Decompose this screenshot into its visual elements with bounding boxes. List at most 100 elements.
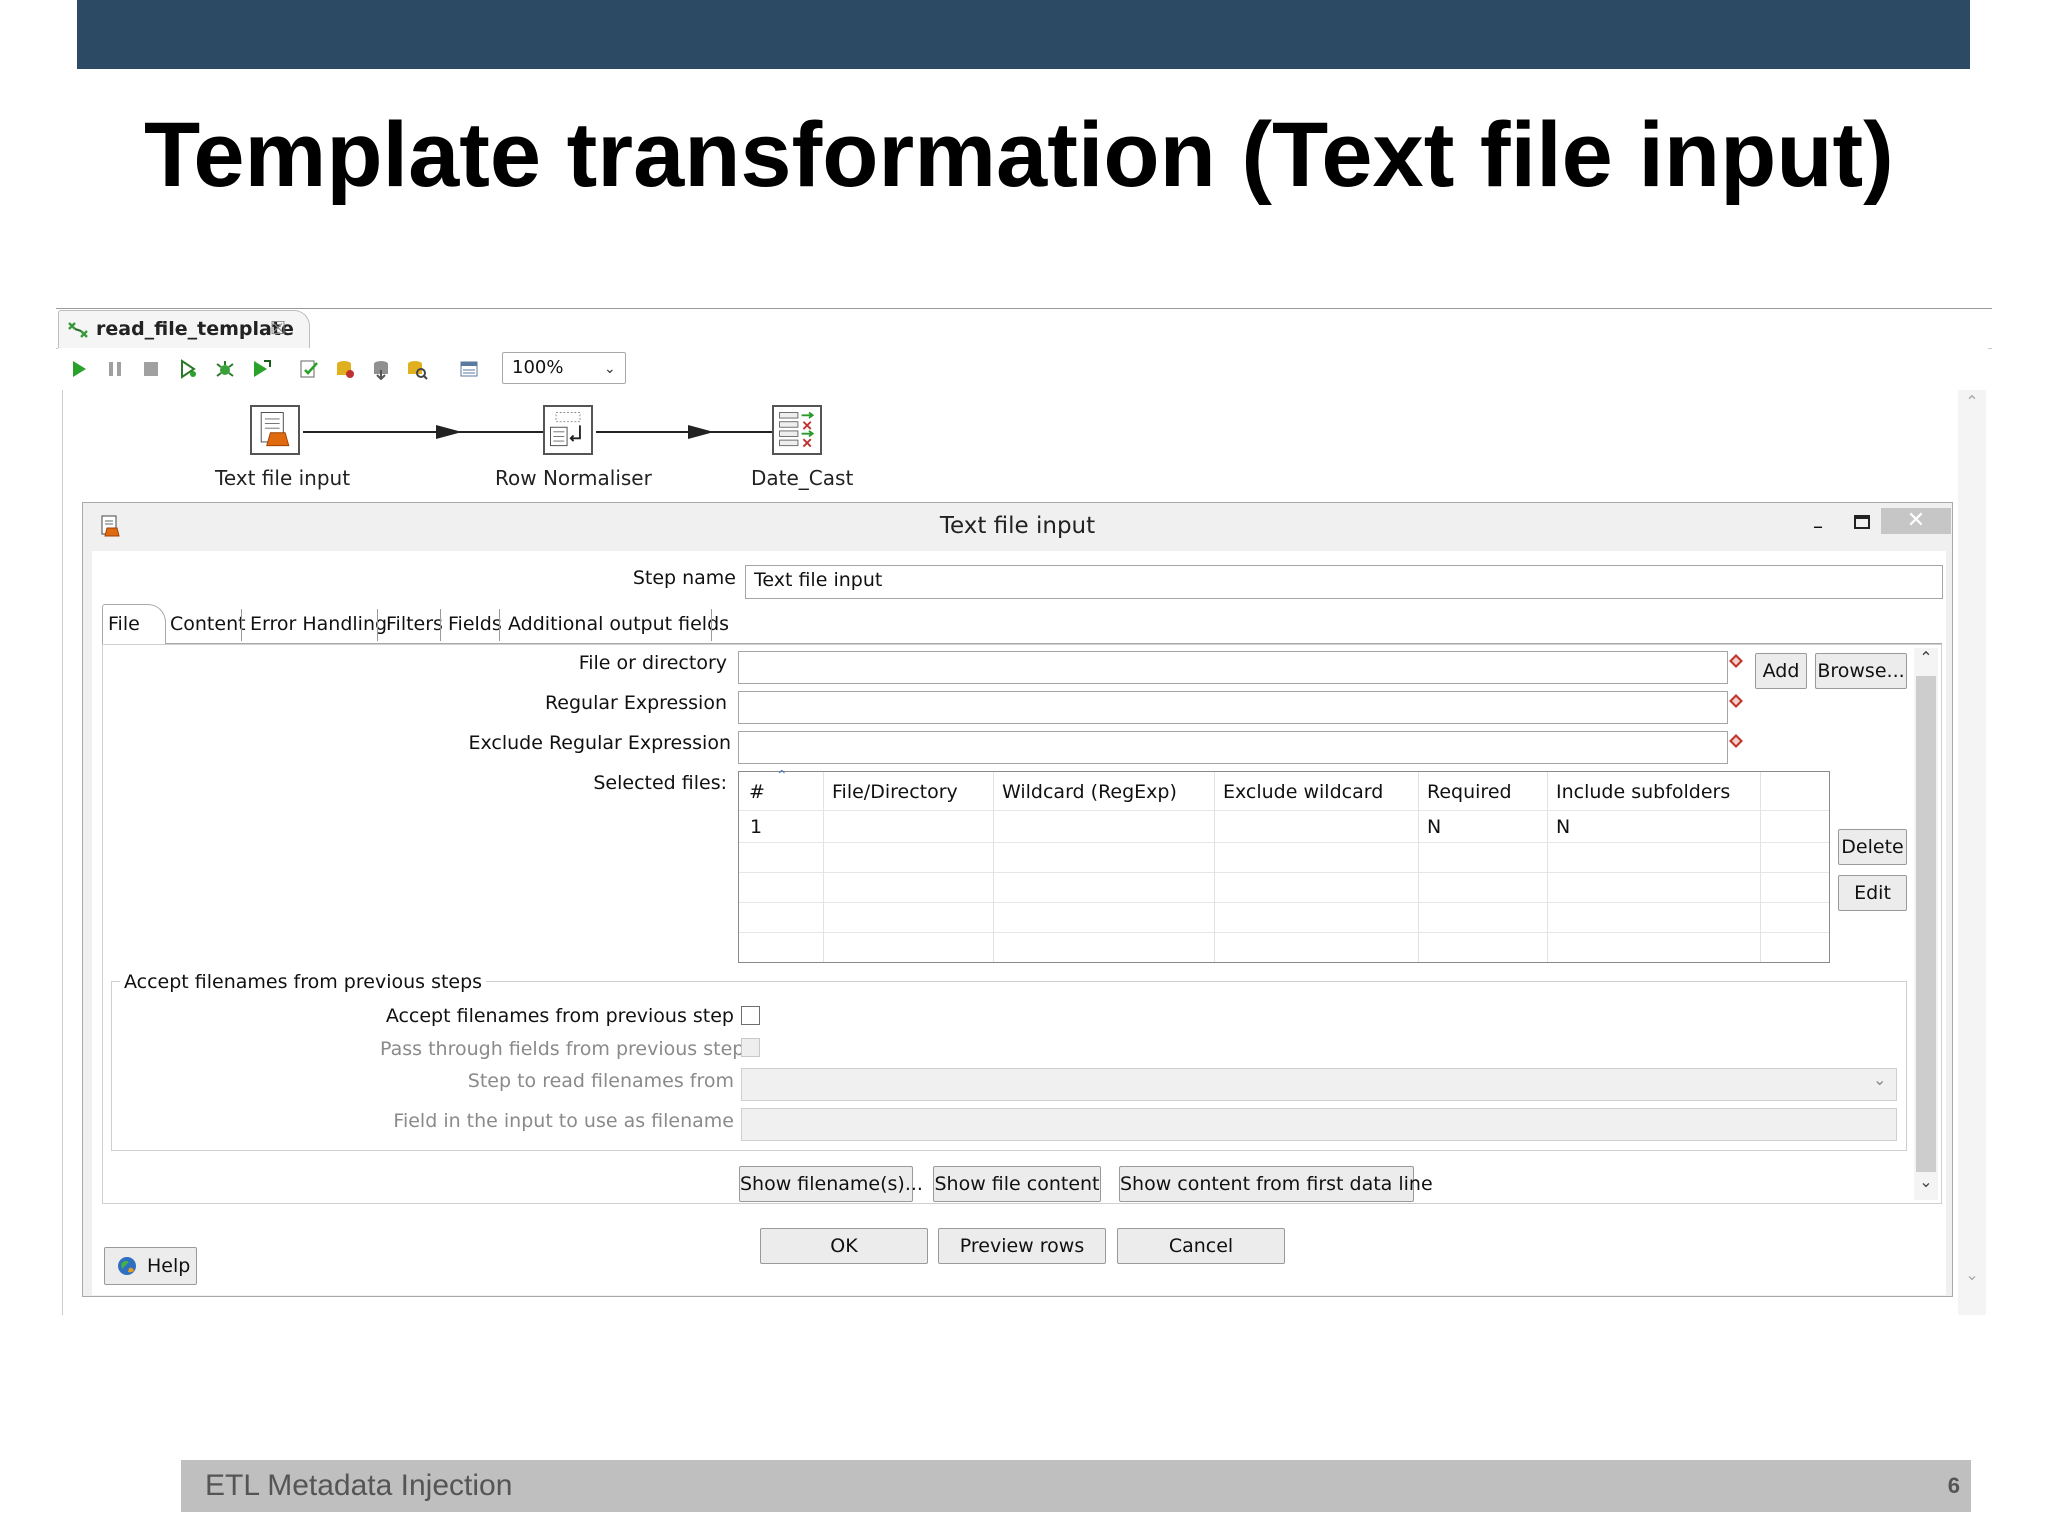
panel-scrollbar-thumb[interactable] bbox=[1916, 676, 1936, 1172]
edit-button[interactable]: Edit bbox=[1838, 875, 1907, 911]
pass-through-fields-checkbox[interactable] bbox=[741, 1038, 760, 1057]
add-button[interactable]: Add bbox=[1755, 653, 1807, 689]
tab-divider bbox=[711, 609, 712, 641]
column-header-required[interactable]: Required bbox=[1427, 772, 1512, 810]
verify-icon[interactable] bbox=[298, 358, 320, 380]
scroll-down-icon[interactable]: ⌄ bbox=[1958, 1265, 1986, 1284]
group-title: Accept filenames from previous steps bbox=[120, 969, 487, 995]
cancel-button[interactable]: Cancel bbox=[1117, 1228, 1285, 1264]
show-file-content-button[interactable]: Show file content bbox=[933, 1166, 1101, 1202]
explore-db-icon[interactable] bbox=[406, 358, 428, 380]
sql-icon[interactable] bbox=[370, 358, 392, 380]
help-icon bbox=[118, 1257, 136, 1275]
tab-error-handling[interactable]: Error Handling bbox=[250, 604, 387, 642]
grid-column-line bbox=[1547, 772, 1548, 962]
regular-expression-input[interactable] bbox=[738, 691, 1728, 724]
run-icon[interactable] bbox=[68, 358, 90, 380]
variable-icon bbox=[1729, 734, 1743, 748]
scroll-up-icon[interactable]: ⌃ bbox=[1958, 392, 1986, 411]
variable-icon bbox=[1729, 694, 1743, 708]
grid-column-line bbox=[1214, 772, 1215, 962]
maximize-icon[interactable] bbox=[1844, 508, 1880, 544]
tab-filters[interactable]: Filters bbox=[386, 604, 443, 642]
tab-close-icon[interactable]: ☒ bbox=[270, 316, 286, 342]
tab-fields[interactable]: Fields bbox=[448, 604, 502, 642]
editor-tab-label: read_file_template bbox=[96, 318, 294, 340]
tab-divider bbox=[440, 609, 441, 641]
browse-button[interactable]: Browse... bbox=[1815, 653, 1907, 689]
chevron-down-icon: ⌄ bbox=[1873, 1070, 1887, 1089]
pass-through-fields-label: Pass through fields from previous step bbox=[380, 1038, 745, 1060]
scroll-up-icon[interactable]: ⌃ bbox=[1912, 648, 1940, 667]
tab-additional-output-fields[interactable]: Additional output fields bbox=[508, 604, 729, 642]
step-label: Row Normaliser bbox=[495, 466, 652, 490]
accept-filenames-checkbox[interactable] bbox=[741, 1006, 760, 1025]
cell-wildcard[interactable] bbox=[1002, 812, 1212, 842]
dialog-title: Text file input bbox=[939, 513, 1096, 539]
hop-line[interactable] bbox=[303, 431, 543, 433]
sort-asc-icon: ⌃ bbox=[776, 768, 788, 784]
editor-border bbox=[56, 308, 1992, 309]
file-or-directory-input[interactable] bbox=[738, 651, 1728, 684]
step-name-input[interactable]: Text file input bbox=[745, 565, 1943, 599]
exclude-regular-expression-label: Exclude Regular Expression bbox=[468, 732, 731, 754]
ok-button[interactable]: OK bbox=[760, 1228, 928, 1264]
chevron-down-icon: ⌄ bbox=[604, 361, 616, 377]
regular-expression-label: Regular Expression bbox=[544, 692, 727, 714]
show-filenames-button[interactable]: Show filename(s)... bbox=[739, 1166, 923, 1202]
grid-column-line bbox=[1418, 772, 1419, 962]
grid-row-line bbox=[739, 932, 1829, 933]
stop-icon[interactable] bbox=[140, 358, 162, 380]
step-to-read-select[interactable] bbox=[741, 1068, 1897, 1101]
tab-content[interactable]: Content bbox=[170, 604, 246, 642]
step-label: Date_Cast bbox=[751, 466, 854, 490]
column-header-file-directory[interactable]: File/Directory bbox=[832, 772, 958, 810]
text-file-input-icon[interactable] bbox=[250, 405, 300, 455]
step-to-read-label: Step to read filenames from bbox=[467, 1070, 734, 1092]
column-header-wildcard[interactable]: Wildcard (RegExp) bbox=[1002, 772, 1177, 810]
select-values-icon[interactable] bbox=[772, 405, 822, 455]
slide-title: Template transformation (Text file input… bbox=[144, 104, 1894, 206]
delete-button[interactable]: Delete bbox=[1838, 829, 1907, 865]
replay-icon[interactable] bbox=[250, 358, 272, 380]
impact-icon[interactable] bbox=[334, 358, 356, 380]
step-label: Text file input bbox=[215, 466, 351, 490]
canvas-scrollbar[interactable] bbox=[1958, 390, 1986, 1315]
exclude-regular-expression-input[interactable] bbox=[738, 731, 1728, 764]
pause-icon[interactable] bbox=[104, 358, 126, 380]
grid-column-line bbox=[823, 772, 824, 962]
preview-icon[interactable] bbox=[178, 358, 200, 380]
cell-file[interactable] bbox=[832, 812, 992, 842]
hop-arrow-icon bbox=[688, 425, 714, 439]
minimize-icon[interactable]: – bbox=[1800, 508, 1836, 544]
file-or-directory-label: File or directory bbox=[578, 652, 727, 674]
cell-exclude[interactable] bbox=[1223, 812, 1413, 842]
tab-divider bbox=[377, 609, 378, 641]
tab-file-label[interactable]: File bbox=[108, 604, 140, 642]
show-content-first-line-button[interactable]: Show content from first data line bbox=[1119, 1166, 1433, 1202]
column-header-number[interactable]: # bbox=[749, 772, 765, 810]
grid-header-line bbox=[739, 810, 1829, 811]
slide-page-number: 6 bbox=[1947, 1473, 1960, 1498]
results-icon[interactable] bbox=[458, 358, 480, 380]
column-header-exclude-wildcard[interactable]: Exclude wildcard bbox=[1223, 772, 1383, 810]
preview-rows-button[interactable]: Preview rows bbox=[938, 1228, 1106, 1264]
scroll-down-icon[interactable]: ⌄ bbox=[1912, 1172, 1940, 1191]
grid-column-line bbox=[1760, 772, 1761, 962]
filename-field-input[interactable] bbox=[741, 1108, 1897, 1141]
filename-field-label: Field in the input to use as filename bbox=[393, 1110, 734, 1132]
selected-files-label: Selected files: bbox=[593, 772, 727, 794]
row-normaliser-icon[interactable] bbox=[543, 405, 593, 455]
grid-row-line bbox=[739, 902, 1829, 903]
hop-line[interactable] bbox=[596, 431, 772, 433]
cell-include-subfolders[interactable]: N bbox=[1556, 812, 1570, 842]
debug-icon[interactable] bbox=[214, 358, 236, 380]
zoom-value: 100% bbox=[512, 357, 564, 378]
row-number: 1 bbox=[750, 816, 763, 838]
close-icon[interactable]: ✕ bbox=[1881, 508, 1951, 534]
column-header-include-subfolders[interactable]: Include subfolders bbox=[1556, 772, 1730, 810]
cell-required[interactable]: N bbox=[1427, 812, 1441, 842]
tab-divider bbox=[241, 609, 242, 641]
accept-filenames-label: Accept filenames from previous step bbox=[385, 1005, 734, 1027]
variable-icon bbox=[1729, 654, 1743, 668]
